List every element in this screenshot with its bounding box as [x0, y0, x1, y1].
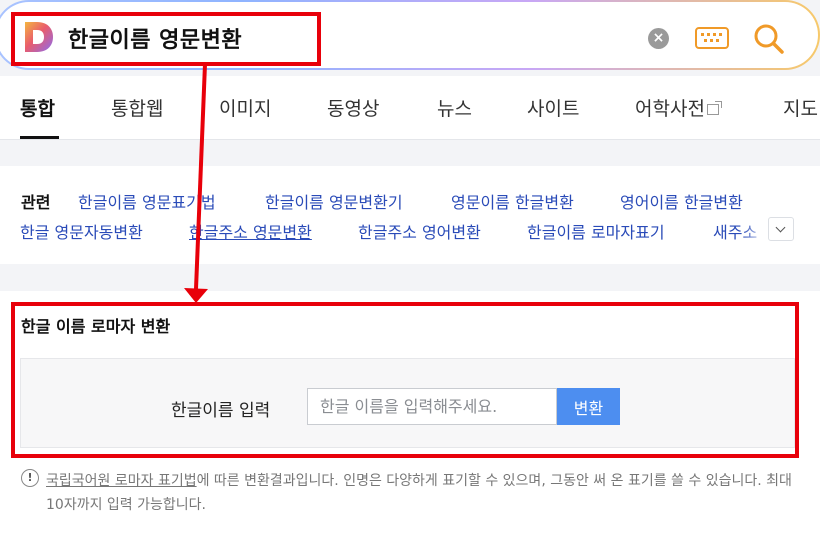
- related-searches: 관련 한글이름 영문표기법 한글이름 영문변환기 영문이름 한글변환 영어이름 …: [0, 166, 820, 264]
- tab-news[interactable]: 뉴스: [437, 94, 472, 121]
- notice-exclamation-icon: !: [21, 469, 39, 487]
- search-tabs: 통합 통합웹 이미지 동영상 뉴스 사이트 어학사전 지도: [0, 76, 820, 140]
- related-link[interactable]: 한글 영문자동변환: [20, 219, 143, 243]
- converter-highlight-box: [11, 302, 799, 458]
- tab-maps[interactable]: 지도: [783, 94, 818, 121]
- tab-integrated-web[interactable]: 통합웹: [111, 94, 163, 121]
- related-label: 관련: [21, 193, 51, 212]
- tab-videos[interactable]: 동영상: [327, 94, 379, 121]
- active-tab-indicator: [20, 136, 59, 139]
- related-link[interactable]: 영문이름 한글변환: [451, 189, 574, 213]
- search-icon[interactable]: [752, 22, 786, 56]
- romanization-rules-link[interactable]: 국립국어원 로마자 표기법: [46, 473, 197, 489]
- external-link-icon: [706, 101, 722, 115]
- romanization-card: 한글 이름 로마자 변환 한글이름 입력 변환 ! 국립국어원 로마자 표기법에…: [0, 291, 820, 536]
- tab-sites[interactable]: 사이트: [527, 94, 579, 121]
- tab-dictionary[interactable]: 어학사전: [635, 94, 722, 121]
- related-link[interactable]: 한글주소 영어변환: [358, 219, 481, 243]
- related-link[interactable]: 한글이름 로마자표기: [527, 219, 665, 243]
- tab-dictionary-label: 어학사전: [635, 98, 705, 120]
- expand-related-chevron-down-icon[interactable]: [768, 217, 794, 241]
- virtual-keyboard-icon[interactable]: [695, 27, 729, 49]
- related-fade: [742, 214, 768, 242]
- related-link[interactable]: 한글이름 영문변환기: [265, 189, 403, 213]
- tab-images[interactable]: 이미지: [219, 94, 271, 121]
- related-link[interactable]: 영어이름 한글변환: [620, 189, 743, 213]
- search-highlight-box: [11, 12, 321, 66]
- related-link[interactable]: 한글이름 영문표기법: [78, 189, 216, 213]
- tab-integrated[interactable]: 통합: [20, 94, 55, 121]
- related-link[interactable]: 한글주소 영문변환: [189, 219, 312, 243]
- clear-search-button[interactable]: ×: [648, 28, 669, 49]
- notice-text: 국립국어원 로마자 표기법에 따른 변환결과입니다. 인명은 다양하게 표기할 …: [46, 469, 801, 517]
